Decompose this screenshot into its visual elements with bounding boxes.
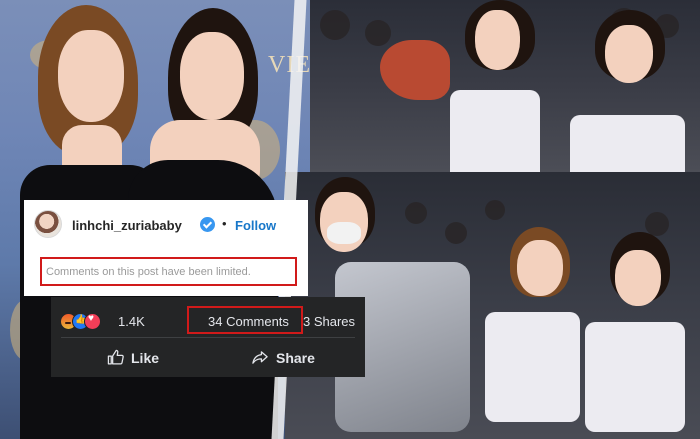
- share-button[interactable]: Share: [251, 349, 315, 369]
- thumbs-up-icon: [107, 349, 124, 369]
- comments-count-link[interactable]: 34 Comments: [208, 314, 289, 329]
- verified-badge-icon: [200, 217, 215, 232]
- divider: [61, 337, 355, 338]
- share-arrow-icon: [251, 349, 269, 369]
- username-link[interactable]: linhchi_zuriababy: [72, 218, 182, 233]
- follow-button[interactable]: Follow: [235, 218, 276, 233]
- like-button[interactable]: Like: [107, 349, 159, 369]
- love-reaction-icon: [84, 313, 101, 330]
- instagram-post-card: linhchi_zuriababy • Follow Comments on t…: [24, 200, 308, 296]
- like-label: Like: [131, 350, 160, 366]
- comments-limited-notice: Comments on this post have been limited.: [46, 266, 251, 278]
- shares-count-link[interactable]: 3 Shares: [303, 314, 355, 329]
- facebook-engagement-bar: 1.4K 34 Comments 3 Shares Like Share: [51, 297, 365, 377]
- background-sign: VIE: [268, 52, 310, 78]
- separator-dot: •: [222, 216, 227, 231]
- share-label: Share: [276, 350, 315, 366]
- reaction-count[interactable]: 1.4K: [118, 314, 145, 329]
- avatar[interactable]: [34, 210, 62, 238]
